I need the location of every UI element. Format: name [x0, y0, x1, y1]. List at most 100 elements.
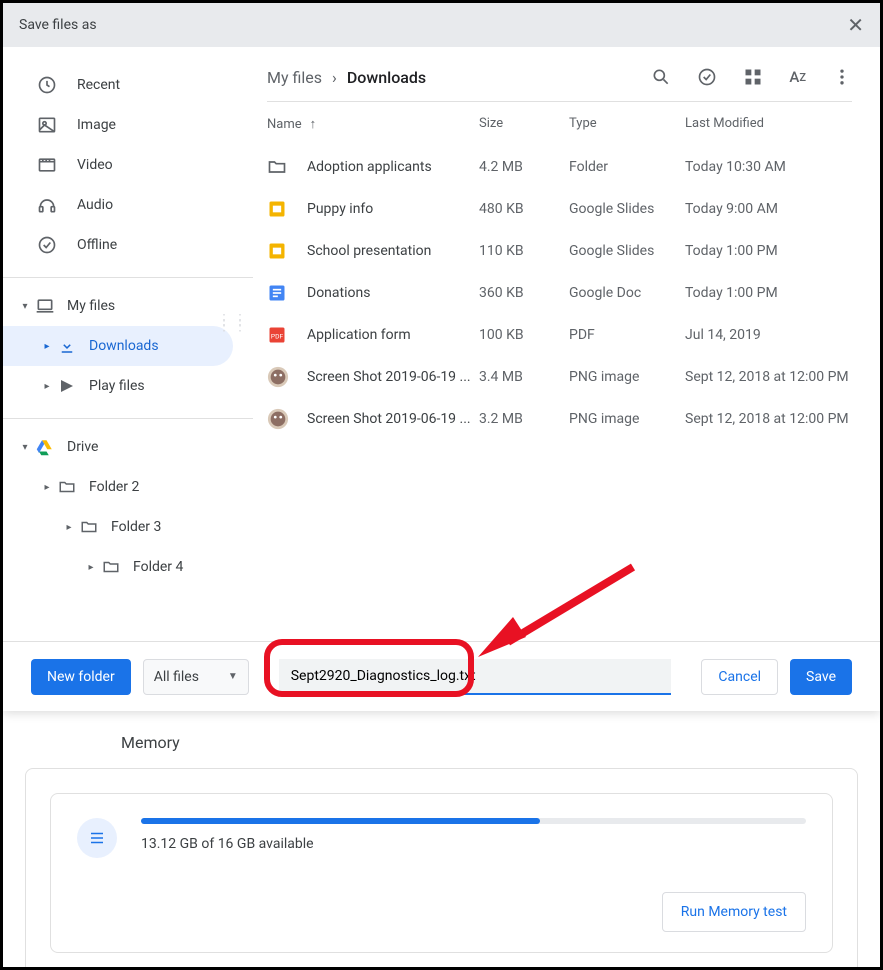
file-size: 100 KB	[479, 327, 569, 343]
clock-icon	[37, 75, 57, 95]
close-icon[interactable]: ✕	[847, 13, 864, 37]
slides-icon	[267, 241, 307, 261]
file-type: PNG image	[569, 369, 685, 385]
checkmark-circle-icon[interactable]	[697, 67, 717, 87]
grid-view-icon[interactable]	[743, 67, 763, 87]
sidebar-item-label: Audio	[77, 197, 113, 213]
chevron-down-icon: ▼	[228, 671, 238, 682]
file-modified: Today 9:00 AM	[685, 201, 852, 217]
sidebar-item-label: Downloads	[89, 338, 159, 354]
file-name: Donations	[307, 285, 479, 301]
sidebar-item-label: My files	[67, 298, 115, 314]
folder-icon	[267, 157, 307, 177]
sidebar-item-playfiles[interactable]: ▸ Play files	[3, 366, 253, 406]
file-modified: Jul 14, 2019	[685, 327, 852, 343]
file-name: School presentation	[307, 243, 479, 259]
file-type-filter[interactable]: All files ▼	[143, 659, 249, 695]
sidebar-item-folder-3[interactable]: ▸Folder 3	[3, 507, 253, 547]
save-button[interactable]: Save	[790, 659, 852, 695]
file-row[interactable]: Donations360 KBGoogle DocToday 1:00 PM	[253, 272, 880, 314]
sidebar-item-image[interactable]: Image	[3, 105, 253, 145]
sidebar-item-video[interactable]: Video	[3, 145, 253, 185]
file-row[interactable]: Screen Shot 2019-06-19 ...3.2 MBPNG imag…	[253, 398, 880, 440]
sidebar-item-myfiles[interactable]: ▾ My files	[3, 286, 253, 326]
file-modified: Today 1:00 PM	[685, 285, 852, 301]
file-row[interactable]: School presentation110 KBGoogle SlidesTo…	[253, 230, 880, 272]
file-size: 480 KB	[479, 201, 569, 217]
drive-icon	[35, 437, 55, 457]
file-name: Adoption applicants	[307, 159, 479, 175]
play-icon	[57, 376, 77, 396]
memory-progress	[141, 818, 806, 824]
dialog-title: Save files as	[19, 17, 97, 33]
sort-arrow-icon: ↑	[310, 116, 317, 132]
file-row[interactable]: Puppy info480 KBGoogle SlidesToday 9:00 …	[253, 188, 880, 230]
cancel-button[interactable]: Cancel	[701, 659, 778, 695]
sidebar-item-label: Play files	[89, 378, 145, 394]
breadcrumb: My files › Downloads	[267, 68, 426, 87]
save-file-dialog: Save files as ✕ Recent Image Video Audio Off…	[3, 3, 880, 711]
sidebar-item-label: Offline	[77, 237, 117, 253]
run-memory-test-button[interactable]: Run Memory test	[662, 892, 806, 932]
sidebar-item-folder-4[interactable]: ▸Folder 4	[3, 547, 253, 587]
video-icon	[37, 155, 57, 175]
file-modified: Sept 12, 2018 at 12:00 PM	[685, 411, 852, 427]
sidebar-item-label: Folder 3	[111, 519, 161, 535]
column-headers: Name ↑ Size Type Last Modified	[253, 102, 880, 146]
file-type: Folder	[569, 159, 685, 175]
column-name[interactable]: Name ↑	[267, 116, 479, 132]
breadcrumb-current: Downloads	[347, 68, 426, 87]
file-row[interactable]: Screen Shot 2019-06-19 ...3.4 MBPNG imag…	[253, 356, 880, 398]
sidebar-item-drive[interactable]: ▾ Drive	[3, 427, 253, 467]
file-modified: Sept 12, 2018 at 12:00 PM	[685, 369, 852, 385]
file-type: Google Doc	[569, 285, 685, 301]
file-type: PDF	[569, 327, 685, 343]
file-modified: Today 1:00 PM	[685, 243, 852, 259]
sidebar-item-label: Folder 2	[89, 479, 139, 495]
laptop-icon	[35, 296, 55, 316]
memory-available-text: 13.12 GB of 16 GB available	[141, 836, 806, 852]
breadcrumb-parent[interactable]: My files	[267, 68, 322, 87]
file-size: 3.2 MB	[479, 411, 569, 427]
search-icon[interactable]	[651, 67, 671, 87]
svg-text:PDF: PDF	[271, 332, 284, 340]
memory-icon	[77, 818, 117, 858]
sidebar-item-recent[interactable]: Recent	[3, 65, 253, 105]
resize-handle[interactable]: ⋮⋮⋮⋮	[217, 317, 249, 329]
column-modified[interactable]: Last Modified	[685, 116, 852, 132]
folder-icon	[101, 557, 121, 577]
file-name: Puppy info	[307, 201, 479, 217]
sidebar-item-downloads[interactable]: ▸ Downloads	[3, 326, 233, 366]
sidebar-item-folder-2[interactable]: ▸Folder 2	[3, 467, 253, 507]
pdf-icon: PDF	[267, 325, 307, 345]
folder-icon	[79, 517, 99, 537]
image-icon	[37, 115, 57, 135]
sidebar-item-label: Image	[77, 117, 116, 133]
file-name: Screen Shot 2019-06-19 ...	[307, 369, 479, 385]
thumb-icon	[267, 366, 307, 388]
slides-icon	[267, 199, 307, 219]
docs-icon	[267, 283, 307, 303]
sidebar-item-label: Drive	[67, 439, 98, 455]
column-size[interactable]: Size	[479, 116, 569, 132]
file-type: PNG image	[569, 411, 685, 427]
file-row[interactable]: PDFApplication form100 KBPDFJul 14, 2019	[253, 314, 880, 356]
file-row[interactable]: Adoption applicants4.2 MBFolderToday 10:…	[253, 146, 880, 188]
file-type: Google Slides	[569, 243, 685, 259]
filename-input[interactable]	[279, 659, 672, 695]
new-folder-button[interactable]: New folder	[31, 659, 131, 695]
sidebar: Recent Image Video Audio Offline ⋮⋮⋮⋮ ▾ My f…	[3, 47, 253, 641]
file-modified: Today 10:30 AM	[685, 159, 852, 175]
file-size: 4.2 MB	[479, 159, 569, 175]
column-type[interactable]: Type	[569, 116, 685, 132]
sidebar-item-offline[interactable]: Offline	[3, 225, 253, 265]
file-name: Screen Shot 2019-06-19 ...	[307, 411, 479, 427]
sidebar-item-label: Folder 4	[133, 559, 183, 575]
file-type: Google Slides	[569, 201, 685, 217]
sidebar-item-label: Recent	[77, 77, 120, 93]
file-name: Application form	[307, 327, 479, 343]
more-icon[interactable]	[832, 67, 852, 87]
sidebar-item-audio[interactable]: Audio	[3, 185, 253, 225]
download-icon	[57, 336, 77, 356]
sort-az-icon[interactable]: AZ	[789, 67, 806, 87]
